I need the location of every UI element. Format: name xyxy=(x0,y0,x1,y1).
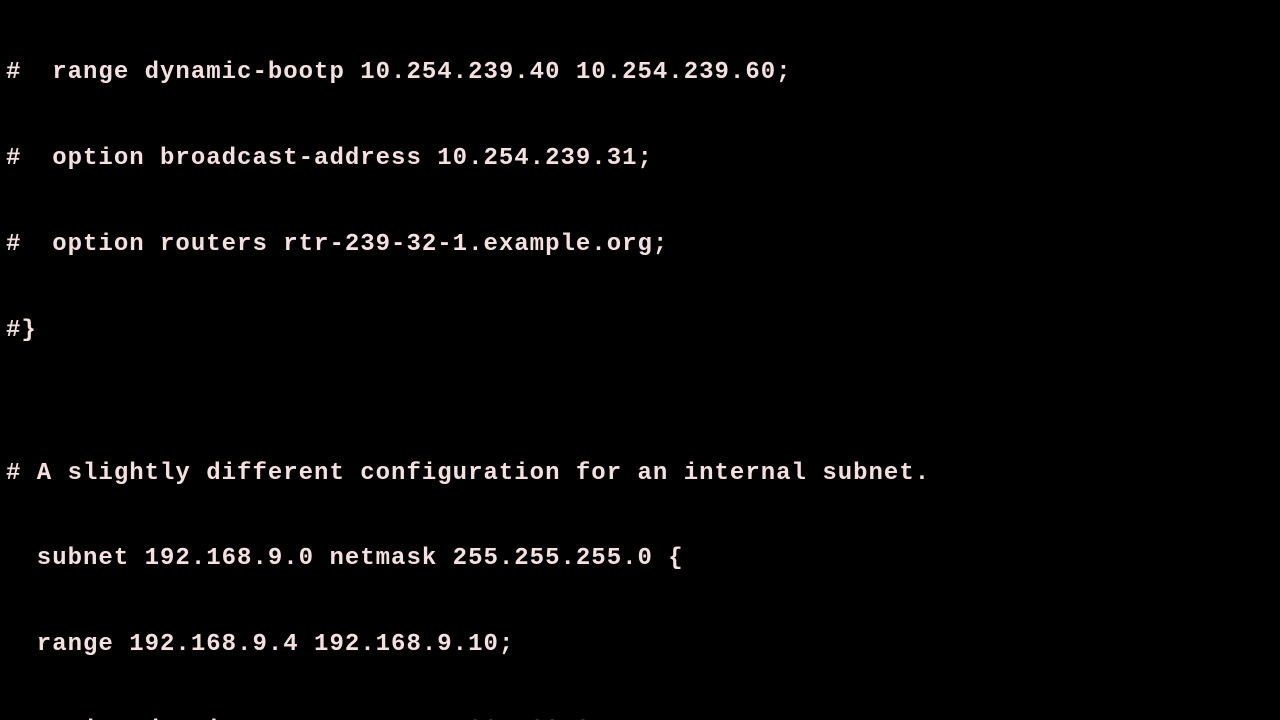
config-line: subnet 192.168.9.0 netmask 255.255.255.0… xyxy=(6,545,1274,574)
terminal-window[interactable]: # range dynamic-bootp 10.254.239.40 10.2… xyxy=(0,0,1280,720)
config-line: # A slightly different configuration for… xyxy=(6,460,1274,489)
config-line: #} xyxy=(6,317,1274,346)
config-line: # option routers rtr-239-32-1.example.or… xyxy=(6,231,1274,260)
config-line: range 192.168.9.4 192.168.9.10; xyxy=(6,631,1274,660)
config-line: # option broadcast-address 10.254.239.31… xyxy=(6,145,1274,174)
config-line: # range dynamic-bootp 10.254.239.40 10.2… xyxy=(6,59,1274,88)
